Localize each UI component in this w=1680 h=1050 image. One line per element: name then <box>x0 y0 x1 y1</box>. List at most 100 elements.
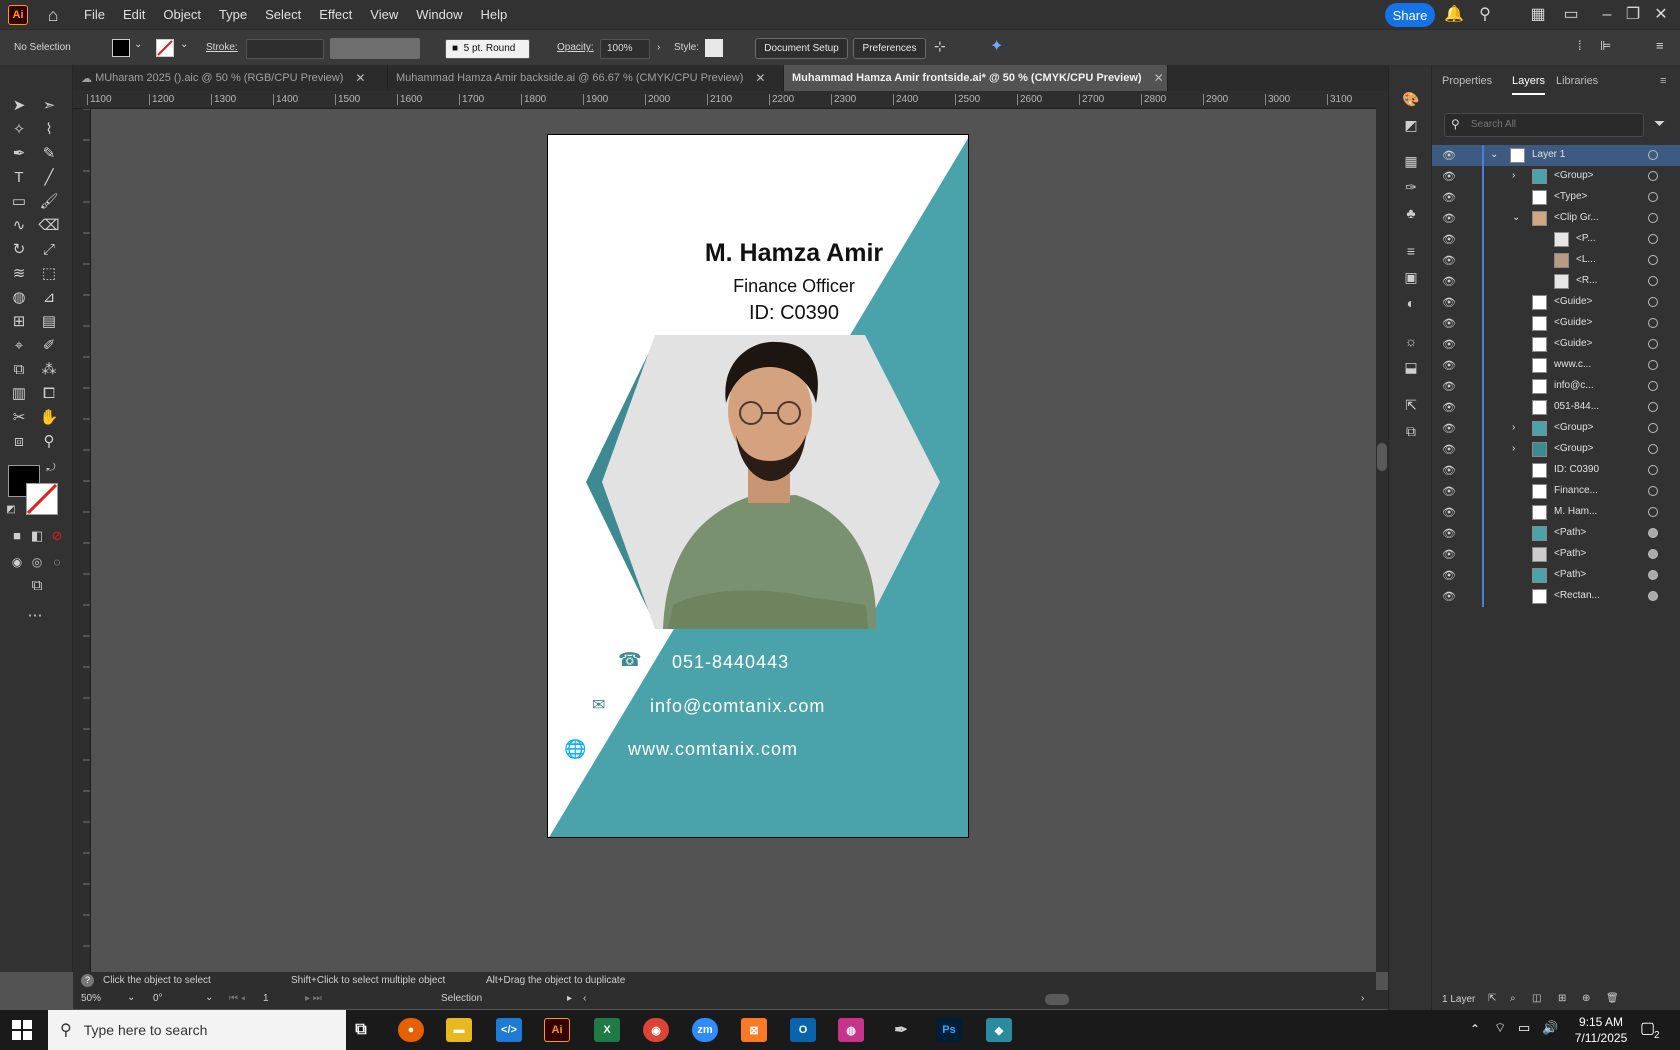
stroke-swatch[interactable] <box>156 39 174 57</box>
vertical-scrollbar[interactable] <box>1376 91 1388 972</box>
opacity-label[interactable]: Opacity: <box>557 42 594 53</box>
visibility-eye-icon[interactable]: 👁 <box>1442 338 1456 351</box>
close-tab-icon[interactable]: ✕ <box>755 71 765 85</box>
brushes-icon[interactable]: ✑ <box>1401 177 1421 197</box>
eraser-tool-icon[interactable]: ⌫ <box>38 215 60 237</box>
collect-export-icon[interactable]: ⇱ <box>1488 993 1496 1004</box>
type-tool-icon[interactable]: T <box>8 167 30 189</box>
none-mode-icon[interactable]: ⊘ <box>46 525 68 547</box>
target-circle-icon[interactable] <box>1648 255 1658 265</box>
help-icon[interactable]: ? <box>81 974 94 987</box>
firefox-icon[interactable]: ● <box>398 1018 424 1042</box>
visibility-eye-icon[interactable]: 👁 <box>1442 401 1456 414</box>
visibility-eye-icon[interactable]: 👁 <box>1442 506 1456 519</box>
zoom-tool-icon[interactable]: ⚲ <box>38 431 60 453</box>
target-circle-icon[interactable] <box>1648 213 1658 223</box>
scroll-right-icon[interactable]: › <box>1361 993 1364 1004</box>
document-setup-button[interactable]: Document Setup <box>755 38 848 59</box>
graphic-style-swatch[interactable] <box>705 39 723 57</box>
next-artboard-icon[interactable]: ▸ ⏭ <box>305 993 322 1004</box>
hand-tool-icon[interactable]: ✋ <box>38 407 60 429</box>
target-circle-icon[interactable] <box>1648 234 1658 244</box>
artboards-icon[interactable]: ⧉ <box>1401 421 1421 441</box>
visibility-eye-icon[interactable]: 👁 <box>1442 359 1456 372</box>
blend-tool-icon[interactable]: ⧉ <box>8 359 30 381</box>
layer-row[interactable]: 👁 <Guide> <box>1432 292 1680 313</box>
layer-row-layer-1[interactable]: 👁 ⌄ Layer 1 <box>1432 145 1680 166</box>
visibility-eye-icon[interactable]: 👁 <box>1442 548 1456 561</box>
outlook-icon[interactable]: O <box>790 1018 816 1042</box>
visibility-eye-icon[interactable]: 👁 <box>1442 380 1456 393</box>
visibility-eye-icon[interactable]: 👁 <box>1442 170 1456 183</box>
brush-definition[interactable]: ■ 5 pt. Round <box>445 39 530 59</box>
notification-icon[interactable]: ▢ <box>1640 1018 1655 1038</box>
layer-row[interactable]: 👁 <Path> <box>1432 523 1680 544</box>
layer-row[interactable]: 👁 <Rectan... <box>1432 586 1680 607</box>
free-transform-tool-icon[interactable]: ⬚ <box>38 263 60 285</box>
visibility-eye-icon[interactable]: 👁 <box>1442 569 1456 582</box>
transparency-icon[interactable]: ◐ <box>1401 293 1421 313</box>
clock-date[interactable]: 7/11/2025 <box>1572 1031 1630 1045</box>
artboard[interactable]: M. Hamza Amir Finance Officer ID: C0390 … <box>547 134 969 838</box>
visibility-eye-icon[interactable]: 👁 <box>1442 464 1456 477</box>
target-circle-icon[interactable] <box>1648 360 1658 370</box>
layer-row[interactable]: 👁 <Path> <box>1432 544 1680 565</box>
artboard-number[interactable]: 1 <box>263 993 269 1004</box>
xampp-icon[interactable]: ⊠ <box>741 1018 767 1042</box>
excel-icon[interactable]: X <box>594 1018 620 1042</box>
menu-file[interactable]: File <box>84 7 105 22</box>
gradient-mode-icon[interactable]: ◧ <box>26 525 48 547</box>
align-right-icon[interactable]: ⊫ <box>1600 38 1611 54</box>
volume-icon[interactable]: 🔊 <box>1542 1020 1558 1036</box>
layer-row[interactable]: 👁 051-844... <box>1432 397 1680 418</box>
close-tab-icon[interactable]: ✕ <box>355 71 365 85</box>
tab-layers[interactable]: Layers <box>1512 75 1546 95</box>
chevron-up-icon[interactable]: ⌃ <box>1470 1022 1480 1036</box>
target-circle-icon[interactable] <box>1648 444 1658 454</box>
layer-row[interactable]: 👁 <L... <box>1432 250 1680 271</box>
new-layer-icon[interactable]: ⊕ <box>1582 993 1590 1004</box>
lasso-tool-icon[interactable]: ⌇ <box>38 119 60 141</box>
target-circle-icon[interactable] <box>1648 591 1658 601</box>
edit-toolbar-icon[interactable]: ⋯ <box>24 605 46 627</box>
make-clipping-mask-icon[interactable]: ◫ <box>1532 993 1541 1004</box>
chevron-right-icon[interactable]: › <box>1512 422 1515 433</box>
tab-muharam[interactable]: ☁ MUharam 2025 ().aic @ 50 % (RGB/CPU Pr… <box>73 65 388 91</box>
pen-app-icon[interactable]: ✒ <box>888 1018 914 1042</box>
shaper-tool-icon[interactable]: ∿ <box>8 215 30 237</box>
stroke-panel-icon[interactable]: ◩ <box>1401 115 1421 135</box>
slice-tool-icon[interactable]: ✂ <box>8 407 30 429</box>
target-circle-icon[interactable] <box>1648 507 1658 517</box>
curvature-tool-icon[interactable]: ✎ <box>38 143 60 165</box>
tab-properties[interactable]: Properties <box>1442 75 1492 87</box>
target-circle-icon[interactable] <box>1648 276 1658 286</box>
clock-time[interactable]: 9:15 AM <box>1572 1015 1630 1029</box>
measure-tool-icon[interactable]: ✐ <box>38 335 60 357</box>
visibility-eye-icon[interactable]: 👁 <box>1442 317 1456 330</box>
symbols-icon[interactable]: ♣ <box>1401 203 1421 223</box>
gradient-tool-icon[interactable]: ▤ <box>38 311 60 333</box>
menu-effect[interactable]: Effect <box>319 7 352 22</box>
target-circle-icon[interactable] <box>1648 402 1658 412</box>
visibility-eye-icon[interactable]: 👁 <box>1442 527 1456 540</box>
direct-selection-tool-icon[interactable]: ➣ <box>38 95 60 117</box>
maximize-icon[interactable]: ❐ <box>1622 4 1644 26</box>
layer-row[interactable]: 👁 <R... <box>1432 271 1680 292</box>
menu-edit[interactable]: Edit <box>123 7 145 22</box>
network-icon[interactable]: ▭ <box>1518 1020 1530 1036</box>
layer-row[interactable]: 👁 www.c... <box>1432 355 1680 376</box>
draw-normal-icon[interactable]: ◉ <box>6 551 28 573</box>
visibility-eye-icon[interactable]: 👁 <box>1442 422 1456 435</box>
eyedropper-tool-icon[interactable]: ⌖ <box>8 335 30 357</box>
arrange-icon[interactable]: ▦ <box>1527 4 1549 26</box>
target-circle-icon[interactable] <box>1648 528 1658 538</box>
layer-row[interactable]: 👁 <Guide> <box>1432 313 1680 334</box>
distribute-icon[interactable]: ⁞ <box>1578 38 1582 53</box>
visibility-eye-icon[interactable]: 👁 <box>1442 149 1456 162</box>
layer-row[interactable]: 👁 › <Group> <box>1432 166 1680 187</box>
new-sublayer-icon[interactable]: ⊞ <box>1558 993 1566 1004</box>
target-circle-icon[interactable] <box>1648 423 1658 433</box>
layer-row[interactable]: 👁 M. Ham... <box>1432 502 1680 523</box>
graphic-styles-icon[interactable]: ⬓ <box>1401 357 1421 377</box>
task-view-icon[interactable]: ⧉ <box>348 1018 374 1042</box>
